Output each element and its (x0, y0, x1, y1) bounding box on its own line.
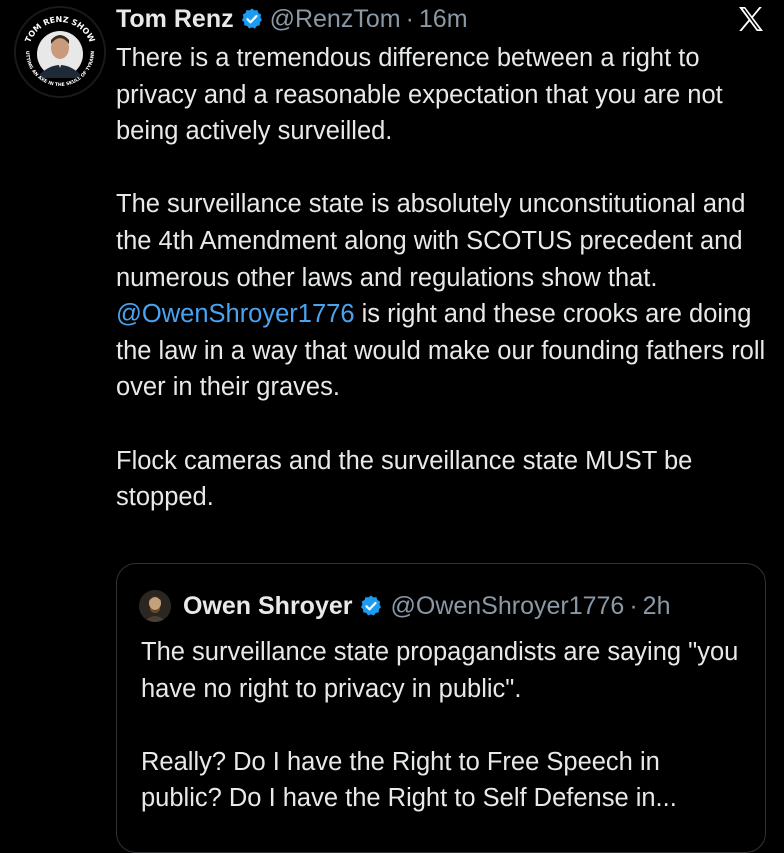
quoted-author-handle[interactable]: @OwenShroyer1776 (391, 592, 625, 621)
tweet-timestamp[interactable]: 16m (419, 5, 468, 34)
quoted-tweet-body: The surveillance state propagandists are… (141, 634, 741, 817)
quoted-paragraph-1: The surveillance state propagandists are… (141, 638, 739, 703)
tweet-paragraph-2: The surveillance state is absolutely unc… (116, 186, 766, 406)
tweet-header: Tom Renz @RenzTom · 16m (116, 2, 468, 36)
quoted-tweet-header: Owen Shroyer @OwenShroyer1776 · 2h (139, 590, 670, 622)
quoted-tweet-card[interactable]: Owen Shroyer @OwenShroyer1776 · 2h The s… (116, 563, 766, 853)
quoted-paragraph-2: Really? Do I have the Right to Free Spee… (141, 747, 677, 813)
avatar-image: TOM RENZ SHOW PUTTING AN AXE IN THE SKUL… (16, 8, 104, 96)
author-handle[interactable]: @RenzTom (270, 5, 401, 34)
author-name[interactable]: Tom Renz (116, 5, 234, 34)
quoted-tweet-timestamp[interactable]: 2h (643, 592, 671, 621)
mention-link[interactable]: @OwenShroyer1776 (116, 300, 355, 328)
author-avatar[interactable]: TOM RENZ SHOW PUTTING AN AXE IN THE SKUL… (14, 6, 106, 98)
quoted-author-name[interactable]: Owen Shroyer (183, 592, 353, 621)
x-logo-icon[interactable] (736, 4, 766, 34)
verified-badge-icon (240, 7, 264, 31)
separator-dot: · (405, 4, 414, 33)
tweet-paragraph-3: Flock cameras and the surveillance state… (116, 446, 693, 512)
tweet-body: There is a tremendous difference between… (116, 40, 766, 516)
tweet-paragraph-2-text-a: The surveillance state is absolutely unc… (116, 190, 746, 292)
quoted-separator-dot: · (629, 591, 638, 620)
tweet: TOM RENZ SHOW PUTTING AN AXE IN THE SKUL… (0, 0, 784, 853)
quoted-author-avatar[interactable] (139, 590, 171, 622)
tweet-paragraph-1: There is a tremendous difference between… (116, 44, 723, 146)
verified-badge-icon (359, 594, 383, 618)
